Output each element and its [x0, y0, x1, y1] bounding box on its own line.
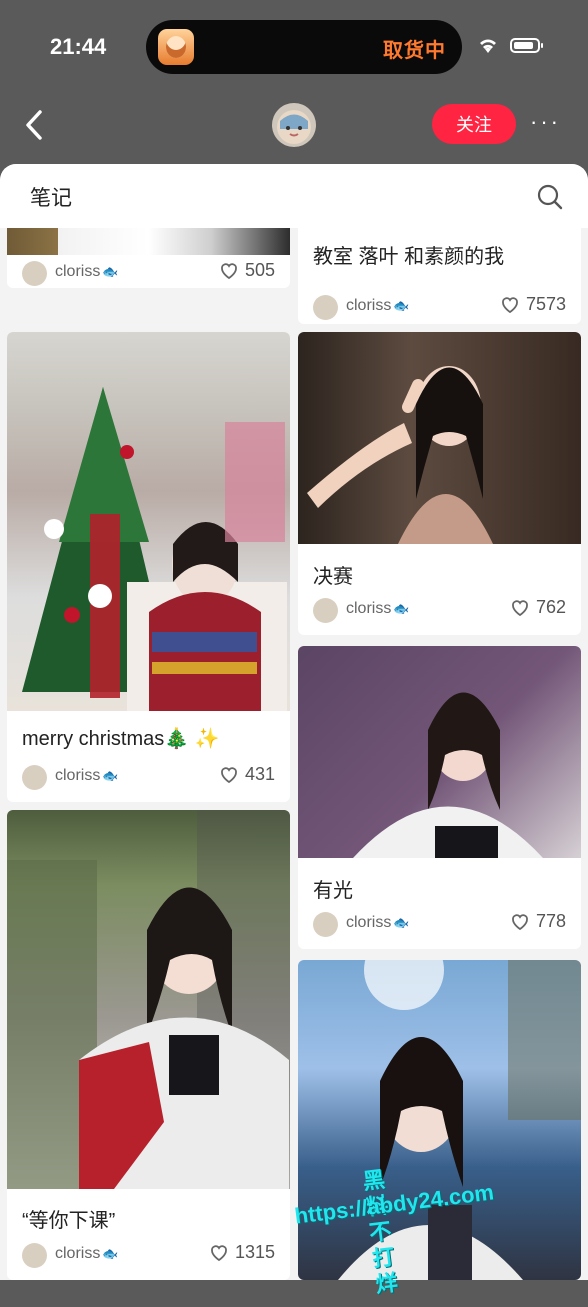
note-card[interactable]: cloriss 🐟 505 [7, 228, 290, 288]
note-card[interactable]: 决赛 cloriss 🐟 762 [298, 332, 581, 635]
note-photo [7, 810, 290, 1189]
island-app-icon [158, 29, 194, 65]
like-count[interactable]: 431 [219, 764, 275, 785]
note-title[interactable]: “等你下课” [22, 1204, 115, 1233]
note-card[interactable]: “等你下课” cloriss 🐟 1315 [7, 810, 290, 1280]
note-photo [7, 332, 290, 711]
top-navigation: 关注 ··· [0, 95, 588, 160]
note-meta: cloriss 🐟 431 [7, 762, 290, 792]
profile-avatar[interactable] [272, 103, 316, 147]
note-meta: cloriss 🐟 1315 [7, 1240, 290, 1270]
note-meta: cloriss 🐟 778 [298, 909, 581, 939]
like-number: 778 [535, 911, 566, 931]
author-avatar [22, 765, 47, 790]
island-status-text: 取货中 [383, 40, 446, 62]
panel-title: 笔记 [30, 187, 72, 210]
sunlight-selfie-photo [338, 960, 581, 1280]
like-count[interactable]: 1315 [209, 1242, 275, 1263]
note-meta: cloriss 🐟 505 [7, 258, 290, 288]
search-icon[interactable] [536, 183, 564, 211]
note-title[interactable]: merry christmas🎄 ✨ [22, 726, 220, 751]
heart-icon [211, 1244, 227, 1261]
note-card[interactable]: merry christmas🎄 ✨ cloriss 🐟 431 [7, 332, 290, 802]
note-meta: cloriss 🐟 762 [298, 595, 581, 625]
notes-feed: cloriss🐟 505 教室 落叶 和素颜的我 cloriss🐟 7573 [0, 228, 588, 1280]
like-number: 1315 [234, 1242, 275, 1262]
author-name[interactable]: cloriss 🐟 [55, 767, 119, 785]
like-count[interactable]: 778 [510, 911, 566, 932]
dynamic-island[interactable]: 取货中 [146, 20, 462, 74]
author-avatar [22, 1243, 47, 1268]
battery-icon [510, 38, 543, 53]
heart-icon [221, 766, 237, 783]
note-photo [7, 228, 290, 255]
follow-button[interactable]: 关注 [432, 104, 516, 144]
note-card[interactable]: 有光 cloriss 🐟 778 [298, 646, 581, 949]
author-avatar [313, 598, 338, 623]
author-name[interactable]: cloriss 🐟 [55, 1245, 119, 1263]
status-bar: 21:44 取货中 [0, 0, 588, 95]
note-card[interactable]: 教室 落叶 和素颜的我 cloriss 🐟 7573 [298, 228, 581, 324]
note-title[interactable]: 教室 落叶 和素颜的我 [313, 240, 504, 269]
fish-emoji-icon: 🐟 [102, 264, 119, 279]
author-avatar [313, 295, 338, 320]
heart-icon [512, 913, 528, 930]
like-number: 7573 [525, 294, 566, 314]
more-options-icon[interactable]: ··· [530, 109, 564, 139]
avatar-face-icon [277, 110, 311, 144]
note-card[interactable] [298, 960, 581, 1280]
fish-emoji-icon: 🐟 [102, 768, 119, 783]
christmas-photo [22, 387, 287, 711]
status-time: 21:44 [50, 34, 107, 59]
fish-emoji-icon: 🐟 [102, 1246, 119, 1261]
dancer-photo [307, 366, 493, 544]
campus-photo [7, 810, 290, 1189]
wifi-icon [480, 39, 496, 53]
fish-emoji-icon: 🐟 [393, 298, 410, 313]
note-photo [298, 332, 581, 544]
notes-panel: 笔记 cloriss 🐟 505 教室 落叶 和素颜的我 cloriss 🐟 7… [0, 164, 588, 1280]
author-name[interactable]: cloriss 🐟 [55, 263, 119, 281]
like-count[interactable]: 762 [510, 597, 566, 618]
heart-icon [502, 296, 518, 313]
portrait-photo [353, 692, 543, 858]
note-title[interactable]: 有光 [313, 874, 353, 903]
like-count[interactable]: 505 [219, 260, 275, 281]
author-avatar [313, 912, 338, 937]
like-number: 762 [535, 597, 566, 617]
notes-panel-header: 笔记 [0, 164, 588, 228]
author-name[interactable]: cloriss 🐟 [346, 914, 410, 932]
fish-emoji-icon: 🐟 [393, 601, 410, 616]
like-number: 431 [244, 764, 275, 784]
chevron-left-icon[interactable] [20, 107, 50, 143]
like-number: 505 [244, 260, 275, 280]
author-name[interactable]: cloriss 🐟 [346, 600, 410, 618]
heart-icon [221, 262, 237, 279]
author-name[interactable]: cloriss 🐟 [346, 297, 410, 315]
author-avatar [22, 261, 47, 286]
like-count[interactable]: 7573 [500, 294, 566, 315]
heart-icon [512, 599, 528, 616]
note-title[interactable]: 决赛 [313, 560, 353, 589]
fish-emoji-icon: 🐟 [393, 915, 410, 930]
note-photo [298, 646, 581, 858]
note-photo [298, 960, 581, 1280]
note-meta: cloriss 🐟 7573 [298, 292, 581, 322]
